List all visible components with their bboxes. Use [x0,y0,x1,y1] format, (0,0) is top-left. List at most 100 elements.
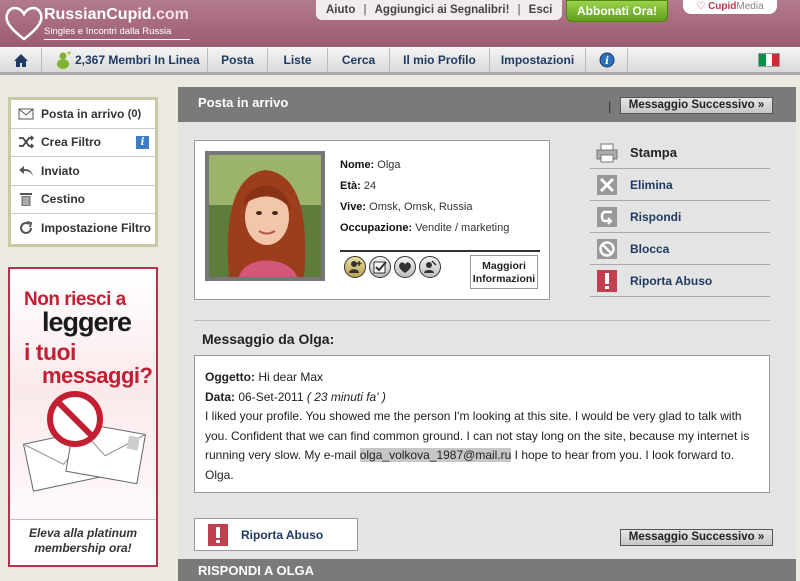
block-action[interactable]: Blocca [590,233,770,265]
bookmark-link[interactable]: Aggiungici ai Segnalibri! [375,4,510,16]
send-interest-button[interactable] [394,256,416,278]
message-text: I liked your profile. You showed me the … [205,409,750,482]
refresh-icon [17,220,35,236]
info-icon[interactable]: i [136,135,149,149]
nav-home[interactable] [0,48,42,72]
report-abuse-action[interactable]: Riporta Abuso [590,265,770,297]
shortlist-button[interactable] [369,256,391,278]
main-content: Posta in arrivo | Messaggio Successivo »… [178,87,796,581]
reply-action[interactable]: Rispondi [590,201,770,233]
logo-text: RussianCupid.com [44,6,189,23]
profile-age: Età: 24 [340,180,377,192]
promo-line-3: i tuoi [24,339,76,365]
sidebar-item-label: Posta in arrivo [41,106,125,121]
sidebar-item-sent[interactable]: Inviato [11,157,155,186]
link-separator: | [363,4,367,16]
nav-liste[interactable]: Liste [268,48,328,72]
message-body-box: Oggetto: Hi dear Max Data: 06-Set-2011 (… [194,355,770,493]
page-title: Posta in arrivo [198,95,289,110]
inbox-header: Posta in arrivo | Messaggio Successivo » [178,87,796,122]
info-circle-icon: i [599,52,614,68]
more-info-button[interactable]: Maggiori Informazioni [470,255,538,289]
more-info-label: Informazioni [472,273,536,285]
sidebar-item-label: Cestino [41,192,86,207]
message-date: Data: 06-Set-2011 ( 23 minuti fa' ) [205,389,386,404]
message-actions: Stampa Elimina Rispondi Blocca Riporta A… [590,137,770,297]
profile-action-icons: Maggiori Informazioni [340,250,540,289]
help-link[interactable]: Aiuto [326,4,355,16]
flag-red-stripe [772,54,780,66]
action-label: Elimina [630,177,673,192]
main-nav: 2,367 Membri In Linea Posta Liste Cerca … [0,47,800,75]
promo-line-4: messaggi? [42,363,153,388]
checkbox-icon [373,261,387,274]
promo-footer: Eleva alla platinum membership ora! [10,519,156,565]
link-separator: | [517,4,521,16]
action-label: Riporta Abuso [630,273,713,288]
profile-name: Nome: Olga [340,159,401,171]
report-abuse-label: Riporta Abuso [241,527,324,542]
heart-icon [399,261,411,273]
members-online-icon [57,51,71,69]
sidebar-item-trash[interactable]: Cestino [11,186,155,214]
reply-arrow-icon [17,163,35,179]
message-subject: Oggetto: Hi dear Max [205,370,324,384]
top-links: Aiuto | Aggiungici ai Segnalibri! | Esci [316,0,563,20]
alert-icon [207,523,229,546]
flag-green-stripe [759,54,766,66]
platinum-promo-banner[interactable]: Non riesci a leggere i tuoi messaggi? El… [8,267,158,567]
flag-white-stripe [765,54,773,66]
nav-cerca[interactable]: Cerca [328,48,390,72]
shuffle-icon [17,134,35,150]
blocked-mail-illustration [22,391,147,492]
email-text[interactable]: olga_volkova_1987@mail.ru [359,448,512,462]
cupidmedia-badge[interactable]: ♡ CupidMedia [683,0,777,14]
sidebar-item-label: Crea Filtro [41,135,102,150]
profile-photo[interactable] [205,151,325,281]
site-logo[interactable]: RussianCupid.com Singles e Incontri dall… [4,3,194,43]
message-heading: Messaggio da Olga: [202,331,335,347]
promo-line-2: leggere [42,307,132,337]
block-user-button[interactable] [419,256,441,278]
section-divider [194,320,770,321]
reply-section-header[interactable]: RISPONDI A OLGA [178,559,796,581]
user-block-icon [424,260,437,273]
more-info-label: Maggiori [482,260,526,272]
nav-profilo[interactable]: Il mio Profilo [390,48,490,72]
profile-location: Vive: Omsk, Omsk, Russia [340,201,473,213]
heart-logo-icon [5,6,43,41]
sidebar-item-create-filter[interactable]: Crea Filtro i [11,129,155,157]
reply-icon [596,206,618,228]
printer-icon [596,142,618,164]
block-circle-icon [596,238,618,260]
sidebar-item-label: Inviato [41,163,80,178]
sidebar-item-filter-settings[interactable]: Impostazione Filtro [11,214,155,243]
report-abuse-button[interactable]: Riporta Abuso [194,518,358,551]
user-plus-icon [349,261,362,273]
trash-icon [17,191,35,207]
svg-text:i: i [605,56,609,67]
add-favorite-button[interactable] [344,256,366,278]
nav-impostazioni[interactable]: Impostazioni [490,48,586,72]
italian-flag-icon[interactable] [758,53,780,67]
profile-photo-illustration [209,155,321,277]
print-action[interactable]: Stampa [590,137,770,169]
sidebar-item-label: Impostazione Filtro [41,221,152,236]
site-header: RussianCupid.com Singles e Incontri dall… [0,0,800,47]
logo-tagline: Singles e Incontri dalla Russia [44,26,190,40]
upgrade-button[interactable]: Abbonati Ora! [566,0,668,22]
nav-online-members[interactable]: 2,367 Membri In Linea [42,48,208,72]
next-message-button-bottom[interactable]: Messaggio Successivo » [620,529,773,546]
alert-icon [596,269,618,292]
logout-link[interactable]: Esci [529,4,553,16]
sender-profile-card: Nome: Olga Età: 24 Vive: Omsk, Omsk, Rus… [194,140,550,300]
header-separator: | [608,99,612,114]
online-count: 2,367 Membri In Linea [75,53,200,67]
nav-posta[interactable]: Posta [208,48,268,72]
nav-info[interactable]: i [586,48,628,72]
next-message-button-top[interactable]: Messaggio Successivo » [620,97,773,114]
sidebar-item-inbox[interactable]: Posta in arrivo (0) [11,100,155,129]
delete-action[interactable]: Elimina [590,169,770,201]
home-icon [13,53,28,67]
inbox-count: (0) [127,107,142,120]
